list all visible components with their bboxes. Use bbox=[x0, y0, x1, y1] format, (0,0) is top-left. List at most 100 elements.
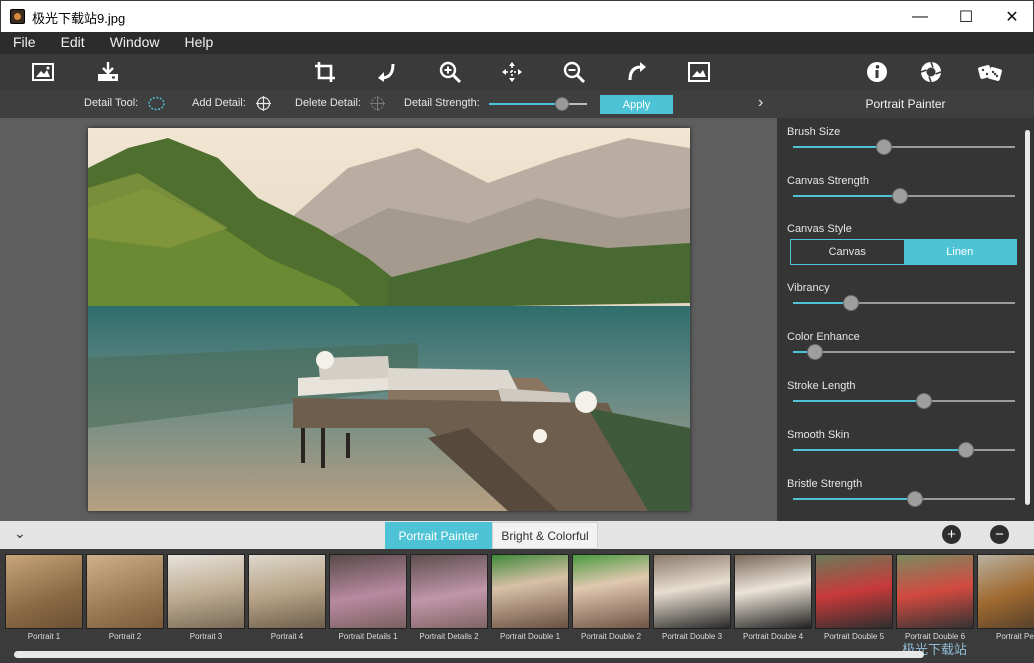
apply-button[interactable]: Apply bbox=[600, 95, 673, 114]
canvas-strength-slider[interactable] bbox=[793, 188, 1015, 204]
info-button[interactable] bbox=[862, 58, 892, 86]
menu-help[interactable]: Help bbox=[171, 32, 225, 54]
canvas-style-toggle: Canvas Linen bbox=[790, 239, 1017, 265]
landscape-painting bbox=[88, 128, 690, 511]
fit-image-icon bbox=[688, 62, 710, 82]
smooth-skin-fill bbox=[793, 449, 967, 451]
zoom-in-button[interactable] bbox=[435, 58, 465, 86]
detail-tool-label: Detail Tool: bbox=[84, 97, 139, 109]
zoom-out-button[interactable] bbox=[559, 58, 589, 86]
preset-thumbnail[interactable]: Portrait Double 2 bbox=[572, 554, 650, 644]
preset-thumbnail[interactable]: Portrait Details 2 bbox=[410, 554, 488, 644]
random-button[interactable] bbox=[975, 58, 1005, 86]
window-title: 极光下载站9.jpg bbox=[32, 11, 126, 26]
close-button[interactable]: ✕ bbox=[989, 1, 1034, 32]
zoom-out-icon bbox=[563, 61, 586, 84]
canvas-style-linen-option[interactable]: Linen bbox=[903, 240, 1016, 264]
canvas-style-canvas-option[interactable]: Canvas bbox=[791, 240, 904, 264]
menu-edit[interactable]: Edit bbox=[48, 32, 97, 54]
menu-file[interactable]: File bbox=[0, 32, 48, 54]
preset-thumbnail-label: Portrait Details 2 bbox=[419, 632, 479, 641]
vibrancy-label: Vibrancy bbox=[787, 282, 830, 294]
painted-landscape-image[interactable] bbox=[88, 128, 690, 511]
preset-thumbnail[interactable]: Portrait Double 3 bbox=[653, 554, 731, 644]
preset-thumbnail-image bbox=[5, 554, 83, 629]
preset-thumbnail[interactable]: Portrait Double 4 bbox=[734, 554, 812, 644]
preset-thumbnail[interactable]: Portrait Double 5 bbox=[815, 554, 893, 644]
app-icon bbox=[10, 9, 25, 24]
preset-thumbnail[interactable]: Portrait Details 1 bbox=[329, 554, 407, 644]
menu-bar: File Edit Window Help bbox=[0, 32, 1034, 54]
open-image-button[interactable] bbox=[28, 58, 58, 86]
canvas-area bbox=[0, 118, 777, 521]
canvas-strength-label: Canvas Strength bbox=[787, 175, 869, 187]
preset-thumbnail[interactable]: Portrait 3 bbox=[167, 554, 245, 644]
add-detail-icon[interactable] bbox=[255, 96, 272, 111]
save-tray-icon bbox=[98, 62, 118, 81]
collapse-panel-icon[interactable]: › bbox=[758, 94, 763, 112]
stroke-length-thumb[interactable] bbox=[915, 393, 932, 409]
preset-thumbnails: Portrait 1 Portrait 2 Portrait 3 Portrai… bbox=[0, 549, 1034, 663]
fit-image-button[interactable] bbox=[684, 58, 714, 86]
canvas-style-label: Canvas Style bbox=[787, 223, 852, 235]
preset-thumbnail[interactable]: Portrait 4 bbox=[248, 554, 326, 644]
detail-strength-thumb[interactable] bbox=[554, 97, 569, 111]
bristle-strength-thumb[interactable] bbox=[907, 491, 924, 507]
crop-button[interactable] bbox=[310, 58, 340, 86]
preset-thumbnail[interactable]: Portrait Pet bbox=[977, 554, 1034, 644]
tab-bright-colorful[interactable]: Bright & Colorful bbox=[492, 522, 598, 549]
move-button[interactable] bbox=[497, 58, 527, 86]
preset-thumbnail-label: Portrait Double 1 bbox=[499, 632, 561, 641]
preset-thumbnail-label: Portrait Double 5 bbox=[823, 632, 885, 641]
collapse-presets-icon[interactable]: ⌄ bbox=[14, 525, 26, 542]
preset-thumbnail[interactable]: Portrait 2 bbox=[86, 554, 164, 644]
preset-thumbnail-image bbox=[329, 554, 407, 629]
detail-tool-icon[interactable] bbox=[148, 96, 165, 111]
brush-size-slider[interactable] bbox=[793, 139, 1015, 155]
color-enhance-thumb[interactable] bbox=[807, 344, 824, 360]
thumbnails-scrollbar[interactable] bbox=[14, 651, 924, 658]
preset-thumbnail-image bbox=[86, 554, 164, 629]
canvas-strength-thumb[interactable] bbox=[891, 188, 908, 204]
maximize-button[interactable]: ☐ bbox=[943, 1, 989, 32]
smooth-skin-thumb[interactable] bbox=[958, 442, 975, 458]
remove-preset-icon[interactable]: − bbox=[990, 525, 1009, 544]
info-icon bbox=[867, 62, 887, 82]
zoom-in-icon bbox=[439, 61, 462, 84]
tab-portrait-painter[interactable]: Portrait Painter bbox=[385, 522, 492, 549]
save-image-button[interactable] bbox=[93, 58, 123, 86]
preset-thumbnail-image bbox=[248, 554, 326, 629]
delete-detail-label: Delete Detail: bbox=[295, 97, 362, 109]
menu-window[interactable]: Window bbox=[97, 32, 172, 54]
rotate-right-button[interactable] bbox=[622, 58, 652, 86]
presets-bar: ⌄ Portrait Painter Bright & Colorful + − bbox=[0, 521, 1034, 549]
preset-thumbnail-label: Portrait 3 bbox=[189, 632, 223, 641]
preset-thumbnail-image bbox=[653, 554, 731, 629]
delete-detail-icon[interactable] bbox=[369, 96, 386, 111]
aperture-settings-icon bbox=[920, 61, 942, 83]
preset-thumbnail-image bbox=[896, 554, 974, 629]
rotate-left-icon bbox=[378, 63, 395, 82]
vibrancy-slider[interactable] bbox=[793, 295, 1015, 311]
panel-scrollbar[interactable] bbox=[1025, 130, 1030, 505]
bristle-strength-fill bbox=[793, 498, 916, 500]
preset-thumbnail-label: Portrait Details 1 bbox=[338, 632, 398, 641]
stroke-length-slider[interactable] bbox=[793, 393, 1015, 409]
move-arrows-icon bbox=[502, 62, 522, 82]
settings-button[interactable] bbox=[916, 58, 946, 86]
add-preset-icon[interactable]: + bbox=[942, 525, 961, 544]
preset-thumbnail-image bbox=[410, 554, 488, 629]
crop-icon bbox=[315, 62, 335, 82]
smooth-skin-slider[interactable] bbox=[793, 442, 1015, 458]
brush-size-thumb[interactable] bbox=[876, 139, 893, 155]
preset-thumbnail[interactable]: Portrait Double 6 bbox=[896, 554, 974, 644]
vibrancy-thumb[interactable] bbox=[842, 295, 859, 311]
minimize-button[interactable]: — bbox=[897, 1, 943, 32]
rotate-left-button[interactable] bbox=[372, 58, 402, 86]
preset-thumbnail[interactable]: Portrait 1 bbox=[5, 554, 83, 644]
preset-thumbnail-image bbox=[491, 554, 569, 629]
detail-strength-slider[interactable] bbox=[489, 97, 587, 111]
bristle-strength-slider[interactable] bbox=[793, 491, 1015, 507]
color-enhance-slider[interactable] bbox=[793, 344, 1015, 360]
preset-thumbnail[interactable]: Portrait Double 1 bbox=[491, 554, 569, 644]
